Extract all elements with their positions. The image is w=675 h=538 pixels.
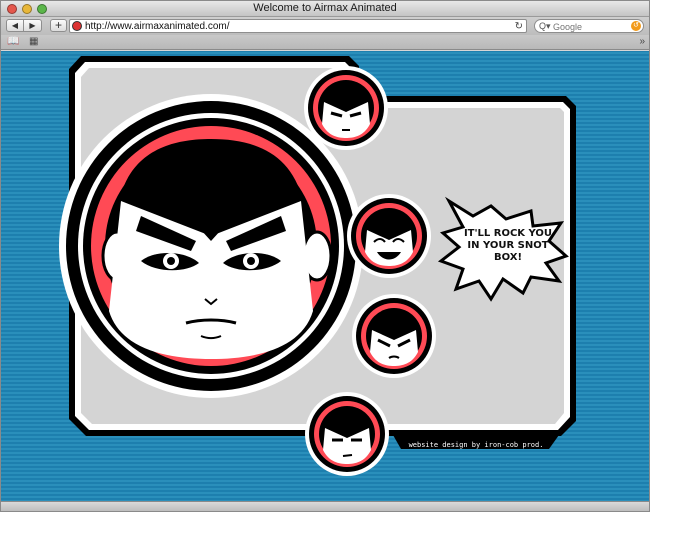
page-artwork bbox=[59, 56, 576, 476]
forward-button[interactable]: ▶ bbox=[24, 19, 42, 32]
search-input[interactable] bbox=[553, 21, 629, 32]
web-page-viewport: IT'LL ROCK YOU IN YOUR SNOT BOX! website… bbox=[1, 51, 649, 502]
snapback-icon[interactable]: ↺ bbox=[631, 21, 641, 31]
status-bar bbox=[1, 501, 649, 511]
address-bar[interactable]: http://www.airmaxanimated.com/ ↻ bbox=[69, 19, 527, 33]
small-face-1[interactable] bbox=[304, 66, 388, 150]
search-icon[interactable]: Q▾ bbox=[539, 20, 551, 33]
back-button[interactable]: ◀ bbox=[6, 19, 24, 32]
small-face-3[interactable] bbox=[352, 294, 436, 378]
small-face-2[interactable] bbox=[347, 194, 431, 278]
add-bookmark-button[interactable]: + bbox=[50, 19, 67, 32]
window-title: Welcome to Airmax Animated bbox=[253, 2, 397, 14]
browser-window: Welcome to Airmax Animated ◀ ▶ + http://… bbox=[0, 0, 650, 512]
site-favicon-icon bbox=[72, 21, 82, 31]
main-character-face bbox=[59, 94, 363, 398]
reload-icon[interactable]: ↻ bbox=[515, 20, 523, 33]
credit-text[interactable]: website design by iron-cob prod. bbox=[391, 440, 561, 450]
bookmarks-book-icon[interactable]: 📖 bbox=[7, 36, 19, 47]
browser-toolbar: ◀ ▶ + http://www.airmaxanimated.com/ ↻ Q… bbox=[1, 17, 649, 35]
speech-bubble-text: IT'LL ROCK YOU IN YOUR SNOT BOX! bbox=[463, 228, 553, 263]
small-face-4[interactable] bbox=[305, 392, 389, 476]
title-bar: Welcome to Airmax Animated bbox=[1, 1, 649, 17]
search-field[interactable]: Q▾ ↺ bbox=[534, 19, 644, 33]
bookmarks-overflow-icon[interactable]: » bbox=[639, 36, 645, 47]
url-text[interactable]: http://www.airmaxanimated.com/ bbox=[85, 20, 230, 33]
bookmarks-bar: 📖 ▦ » bbox=[1, 35, 649, 50]
top-sites-grid-icon[interactable]: ▦ bbox=[29, 36, 38, 47]
